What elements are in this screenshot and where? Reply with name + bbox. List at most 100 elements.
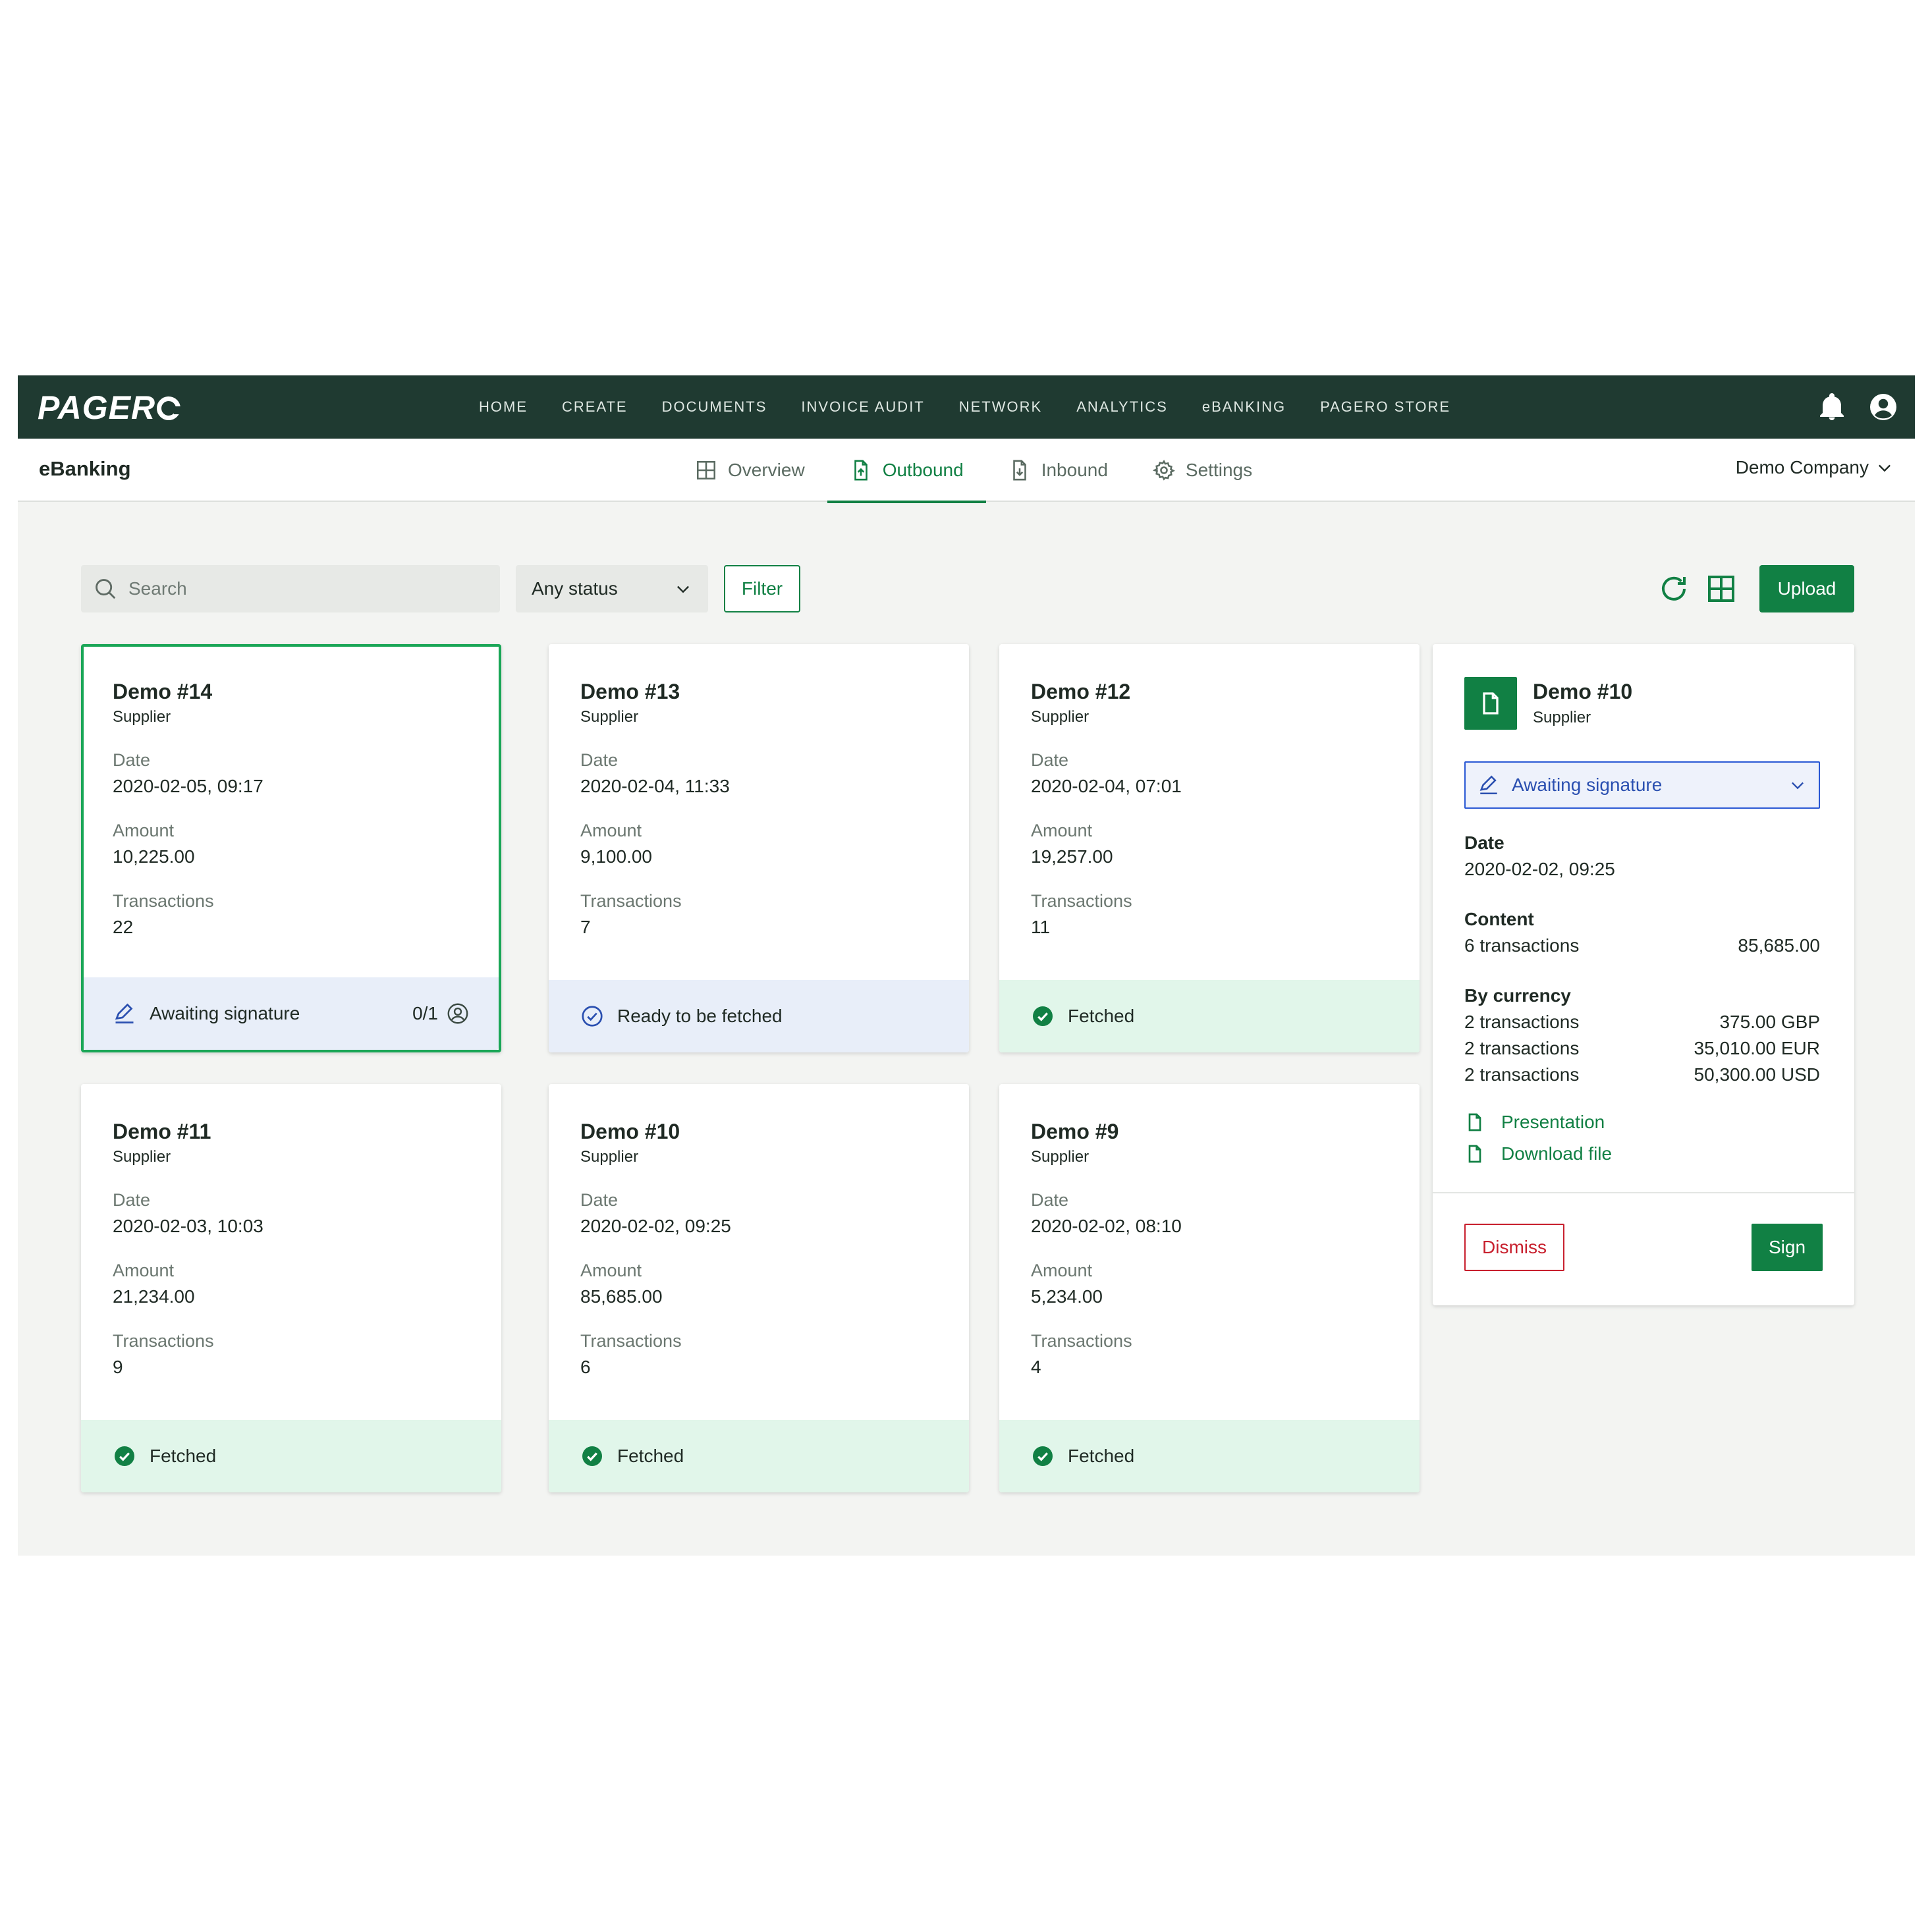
- currency-amount: 50,300.00 USD: [1694, 1064, 1820, 1085]
- transactions-value: 6: [580, 1357, 591, 1377]
- card-subtitle: Supplier: [113, 1148, 171, 1166]
- status-select[interactable]: Any status: [516, 565, 708, 612]
- signer-count: 0/1: [412, 1002, 470, 1025]
- document-icon: [1468, 1145, 1481, 1163]
- transactions-label: Transactions: [113, 1331, 214, 1351]
- tab-outbound[interactable]: Outbound: [827, 439, 986, 503]
- dismiss-button[interactable]: Dismiss: [1464, 1224, 1564, 1271]
- document-card-12[interactable]: Demo #12 Supplier Date 2020-02-04, 07:01…: [999, 644, 1420, 1052]
- page-title: eBanking: [39, 457, 131, 480]
- search-input[interactable]: [128, 578, 484, 599]
- by-currency-label: By currency: [1464, 985, 1571, 1006]
- content-row: 6 transactions 85,685.00: [1464, 935, 1820, 956]
- amount-value: 19,257.00: [1031, 846, 1113, 867]
- upload-button[interactable]: Upload: [1759, 565, 1854, 612]
- tab-label: Inbound: [1041, 460, 1108, 480]
- search-icon: [96, 579, 116, 599]
- tab-label: Settings: [1185, 460, 1253, 480]
- tab-settings[interactable]: Settings: [1130, 439, 1275, 502]
- date-label: Date: [113, 1190, 151, 1210]
- document-card-9[interactable]: Demo #9 Supplier Date 2020-02-02, 08:10 …: [999, 1084, 1420, 1492]
- sign-button[interactable]: Sign: [1752, 1224, 1823, 1271]
- search-box[interactable]: [81, 565, 500, 612]
- transactions-value: 4: [1031, 1357, 1041, 1377]
- card-title: Demo #12: [1031, 680, 1131, 703]
- date-value: 2020-02-03, 10:03: [113, 1216, 263, 1236]
- nav-documents[interactable]: DOCUMENTS: [662, 398, 767, 416]
- tab-label: Overview: [728, 460, 805, 480]
- transactions-value: 11: [1031, 917, 1051, 937]
- amount-value: 21,234.00: [113, 1286, 195, 1307]
- card-body: Demo #13 Supplier Date 2020-02-04, 11:33…: [580, 680, 937, 938]
- nav-analytics[interactable]: ANALYTICS: [1076, 398, 1168, 416]
- date-label: Date: [1031, 750, 1069, 770]
- check-circle-icon: [1033, 1446, 1053, 1466]
- nav-network[interactable]: NETWORK: [959, 398, 1042, 416]
- date-value: 2020-02-04, 11:33: [580, 776, 730, 796]
- presentation-link[interactable]: Presentation: [1464, 1112, 1605, 1133]
- app-window: PAGER HOME CREATE DOCUMENTS INVOICE AUDI…: [18, 375, 1915, 1556]
- refresh-icon[interactable]: [1658, 573, 1690, 605]
- chevron-down-icon: [677, 585, 689, 593]
- card-subtitle: Supplier: [580, 1148, 639, 1166]
- check-circle-icon: [582, 1446, 602, 1466]
- nav-pagero-store[interactable]: PAGERO STORE: [1320, 398, 1450, 416]
- document-badge: [1464, 677, 1517, 730]
- nav-home[interactable]: HOME: [479, 398, 528, 416]
- currency-count: 2 transactions: [1464, 1064, 1580, 1085]
- link-label: Presentation: [1501, 1112, 1605, 1132]
- tab-inbound[interactable]: Inbound: [986, 439, 1130, 502]
- currency-count: 2 transactions: [1464, 1038, 1580, 1058]
- card-status-bar: Fetched: [999, 1420, 1420, 1492]
- transactions-value: 9: [113, 1357, 123, 1377]
- nav-create[interactable]: CREATE: [562, 398, 628, 416]
- currency-row: 2 transactions 375.00 GBP: [1464, 1012, 1820, 1033]
- chevron-down-icon: [1792, 782, 1804, 790]
- document-card-13[interactable]: Demo #13 Supplier Date 2020-02-04, 11:33…: [549, 644, 969, 1052]
- amount-label: Amount: [1031, 1261, 1093, 1280]
- sub-header: eBanking Overview Outbound Inbound Setti…: [18, 439, 1915, 503]
- download-file-link[interactable]: Download file: [1464, 1143, 1612, 1164]
- status-text: Fetched: [617, 1446, 684, 1466]
- date-label: Date: [1031, 1190, 1069, 1210]
- status-dropdown[interactable]: Awaiting signature: [1464, 761, 1820, 809]
- bell-icon[interactable]: [1816, 391, 1848, 423]
- tab-overview[interactable]: Overview: [673, 439, 827, 502]
- grid-view-icon[interactable]: [1705, 573, 1737, 605]
- top-navigation-bar: PAGER HOME CREATE DOCUMENTS INVOICE AUDI…: [18, 375, 1915, 439]
- nav-invoice-audit[interactable]: INVOICE AUDIT: [801, 398, 924, 416]
- currency-amount: 375.00 GBP: [1719, 1012, 1820, 1032]
- chevron-down-icon: [1879, 464, 1891, 472]
- date-value: 2020-02-04, 07:01: [1031, 776, 1182, 796]
- transactions-label: Transactions: [1031, 891, 1132, 911]
- card-status-bar: Fetched: [999, 980, 1420, 1052]
- user-icon[interactable]: [1867, 391, 1899, 423]
- status-dropdown-value: Awaiting signature: [1512, 775, 1663, 795]
- filter-button[interactable]: Filter: [724, 565, 800, 612]
- nav-ebanking[interactable]: eBANKING: [1202, 398, 1286, 416]
- main-nav: HOME CREATE DOCUMENTS INVOICE AUDIT NETW…: [479, 375, 1485, 439]
- document-card-14[interactable]: Demo #14 Supplier Date 2020-02-05, 09:17…: [81, 644, 501, 1052]
- gear-icon: [1152, 460, 1175, 481]
- section-tabs: Overview Outbound Inbound Settings: [673, 439, 1275, 503]
- document-card-10[interactable]: Demo #10 Supplier Date 2020-02-02, 09:25…: [549, 1084, 969, 1492]
- card-subtitle: Supplier: [580, 708, 639, 726]
- currency-amount: 35,010.00 EUR: [1694, 1038, 1820, 1058]
- user-circle-icon: [447, 1003, 468, 1024]
- content-amount: 85,685.00: [1738, 935, 1820, 956]
- pagero-logo[interactable]: PAGER: [38, 389, 182, 427]
- amount-value: 9,100.00: [580, 846, 652, 867]
- amount-value: 5,234.00: [1031, 1286, 1103, 1307]
- currency-count: 2 transactions: [1464, 1012, 1580, 1032]
- check-circle-icon: [115, 1446, 134, 1466]
- date-value: 2020-02-02, 08:10: [1031, 1216, 1182, 1236]
- card-subtitle: Supplier: [113, 708, 171, 726]
- card-body: Demo #14 Supplier Date 2020-02-05, 09:17…: [113, 680, 467, 938]
- date-value: 2020-02-05, 09:17: [113, 776, 263, 796]
- card-title: Demo #10: [580, 1120, 680, 1143]
- card-status-bar: Ready to be fetched: [549, 980, 969, 1052]
- detail-date-label: Date: [1464, 832, 1504, 853]
- company-selector[interactable]: Demo Company: [1736, 457, 1894, 478]
- transactions-value: 22: [113, 917, 134, 937]
- document-card-11[interactable]: Demo #11 Supplier Date 2020-02-03, 10:03…: [81, 1084, 501, 1492]
